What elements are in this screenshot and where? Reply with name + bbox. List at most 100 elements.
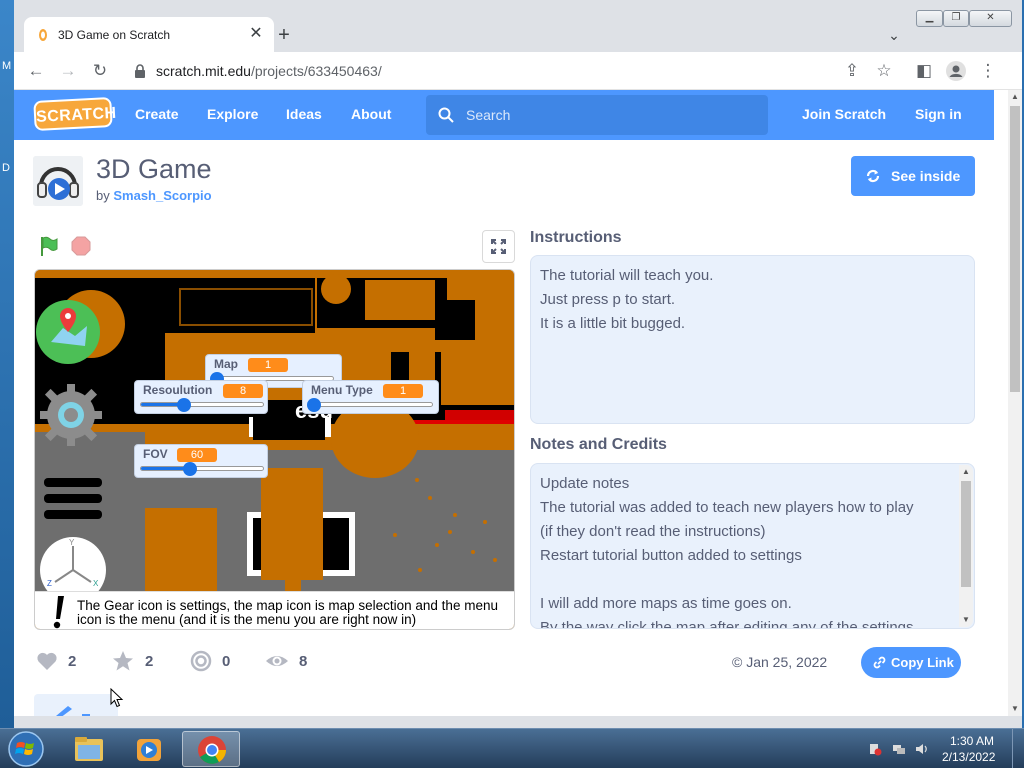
notes-line [540, 568, 952, 592]
svg-text:Z: Z [47, 579, 52, 588]
project-title: 3D Game [96, 154, 212, 184]
star-icon[interactable] [111, 649, 135, 673]
gear-icon[interactable] [39, 382, 103, 448]
share-icon[interactable]: ⇪ [840, 59, 864, 83]
page-viewport: SCRATCH Create Explore Ideas About Join … [14, 90, 1022, 716]
network-icon[interactable] [892, 742, 906, 756]
notes-box[interactable]: Update notes The tutorial was added to t… [530, 463, 975, 629]
variable-monitor-fov[interactable]: FOV 60 [134, 444, 268, 478]
monitor-slider-track[interactable] [140, 466, 264, 471]
notes-line: Update notes [540, 475, 630, 492]
scene-block [35, 270, 514, 278]
show-desktop-button[interactable] [1012, 729, 1024, 768]
windows-start-icon[interactable] [4, 730, 48, 768]
map-icon[interactable] [35, 286, 127, 370]
taskbar-media-player[interactable] [120, 731, 178, 767]
reload-icon[interactable]: ↻ [88, 59, 112, 83]
notes-scrollbar[interactable]: ▲ ▼ [959, 465, 973, 627]
project-stage[interactable]: esu [34, 269, 515, 630]
heart-icon[interactable] [35, 649, 59, 673]
minimize-button[interactable]: ▁ [916, 10, 943, 27]
join-scratch-link[interactable]: Join Scratch [802, 106, 886, 122]
page-scroll-thumb[interactable] [1010, 106, 1020, 392]
fullscreen-button[interactable] [482, 230, 515, 263]
tab-search-icon[interactable]: ⌄ [884, 24, 904, 46]
maximize-button[interactable]: ❐ [943, 10, 969, 27]
action-center-icon[interactable] [868, 742, 882, 756]
profile-icon[interactable] [944, 59, 968, 83]
project-byline: by Smash_Scorpio [96, 188, 212, 203]
star-icon[interactable]: ☆ [872, 59, 896, 83]
tab-strip: 3D Game on Scratch ✕ + ⌄ ▁ ❐ ✕ [14, 0, 1022, 53]
windows-taskbar: 1:30 AM 2/13/2022 [0, 728, 1024, 768]
stage-caption: The Gear icon is settings, the map icon … [77, 598, 498, 627]
stop-sign-icon[interactable] [71, 236, 91, 256]
copy-link-label: Copy Link [891, 655, 954, 670]
instructions-line: The tutorial will teach you. [540, 267, 714, 284]
scene-block [365, 280, 435, 320]
monitor-slider-track[interactable] [309, 402, 433, 407]
link-icon [873, 656, 886, 669]
browser-tab[interactable]: 3D Game on Scratch ✕ [24, 17, 274, 53]
see-inside-button[interactable]: See inside [851, 156, 975, 196]
monitor-value: 1 [383, 384, 423, 398]
notes-line: By the way click the map after editing a… [540, 619, 914, 629]
scene-block [285, 550, 301, 591]
scroll-down-icon[interactable]: ▼ [1008, 702, 1022, 716]
copy-link-button[interactable]: Copy Link [861, 647, 961, 678]
taskbar-explorer[interactable] [60, 731, 118, 767]
monitor-slider-track[interactable] [140, 402, 264, 407]
variable-monitor-resolution[interactable]: Resoulution 8 [134, 380, 268, 414]
close-window-button[interactable]: ✕ [969, 10, 1012, 27]
nav-explore[interactable]: Explore [207, 106, 258, 122]
more-icon[interactable]: ⋮ [976, 59, 1000, 83]
copyright-icon: © [732, 654, 743, 670]
volume-icon[interactable] [915, 742, 929, 756]
forward-icon[interactable]: → [56, 59, 80, 83]
notes-scroll-thumb[interactable] [961, 481, 971, 587]
back-icon[interactable]: ← [24, 59, 48, 83]
monitor-slider-knob[interactable] [307, 398, 321, 412]
lock-icon[interactable] [134, 64, 146, 78]
clock-time[interactable]: 1:30 AM [950, 734, 994, 748]
scroll-up-icon[interactable]: ▲ [1008, 90, 1022, 104]
menu-icon[interactable] [43, 476, 105, 522]
nav-ideas[interactable]: Ideas [286, 106, 322, 122]
scene-block [179, 288, 313, 326]
sign-in-link[interactable]: Sign in [915, 106, 962, 122]
folder-icon [75, 737, 103, 761]
monitor-label: Menu Type [311, 383, 373, 397]
taskbar-chrome[interactable] [182, 731, 240, 767]
axes-3d-icon[interactable]: Y Z X [39, 536, 107, 594]
author-avatar[interactable] [33, 156, 83, 206]
favorite-count: 2 [145, 653, 154, 670]
variable-monitor-menu-type[interactable]: Menu Type 1 [302, 380, 439, 414]
instructions-line: It is a little bit bugged. [540, 315, 686, 332]
tab-close-icon[interactable]: ✕ [246, 24, 266, 44]
clock-date[interactable]: 2/13/2022 [942, 750, 995, 764]
scratch-logo[interactable]: SCRATCH [33, 96, 117, 132]
notes-line: (if they don't read the instructions) [540, 523, 766, 540]
side-panel-icon[interactable]: ◧ [912, 59, 936, 83]
scroll-down-icon[interactable]: ▼ [959, 613, 973, 627]
green-flag-icon[interactable] [38, 235, 60, 257]
monitor-slider-knob[interactable] [183, 462, 197, 476]
share-date: © Jan 25, 2022 [732, 654, 827, 670]
monitor-value: 60 [177, 448, 217, 462]
desktop-icon-label: D [2, 162, 10, 174]
scroll-up-icon[interactable]: ▲ [959, 465, 973, 479]
new-tab-button[interactable]: + [272, 23, 296, 47]
studio-card[interactable] [34, 694, 118, 716]
love-count: 2 [68, 653, 77, 670]
notes-line: The tutorial was added to teach new play… [540, 499, 914, 516]
search-box[interactable] [426, 95, 768, 135]
monitor-slider-knob[interactable] [177, 398, 191, 412]
scratch-navbar: SCRATCH Create Explore Ideas About Join … [14, 90, 994, 140]
address-bar[interactable]: scratch.mit.edu/projects/633450463/ [156, 63, 382, 79]
search-input[interactable] [466, 95, 756, 135]
author-link[interactable]: Smash_Scorpio [113, 188, 211, 203]
nav-create[interactable]: Create [135, 106, 179, 122]
page-scrollbar[interactable]: ▲ ▼ [1008, 90, 1022, 716]
nav-about[interactable]: About [351, 106, 391, 122]
fullscreen-icon [491, 239, 506, 254]
